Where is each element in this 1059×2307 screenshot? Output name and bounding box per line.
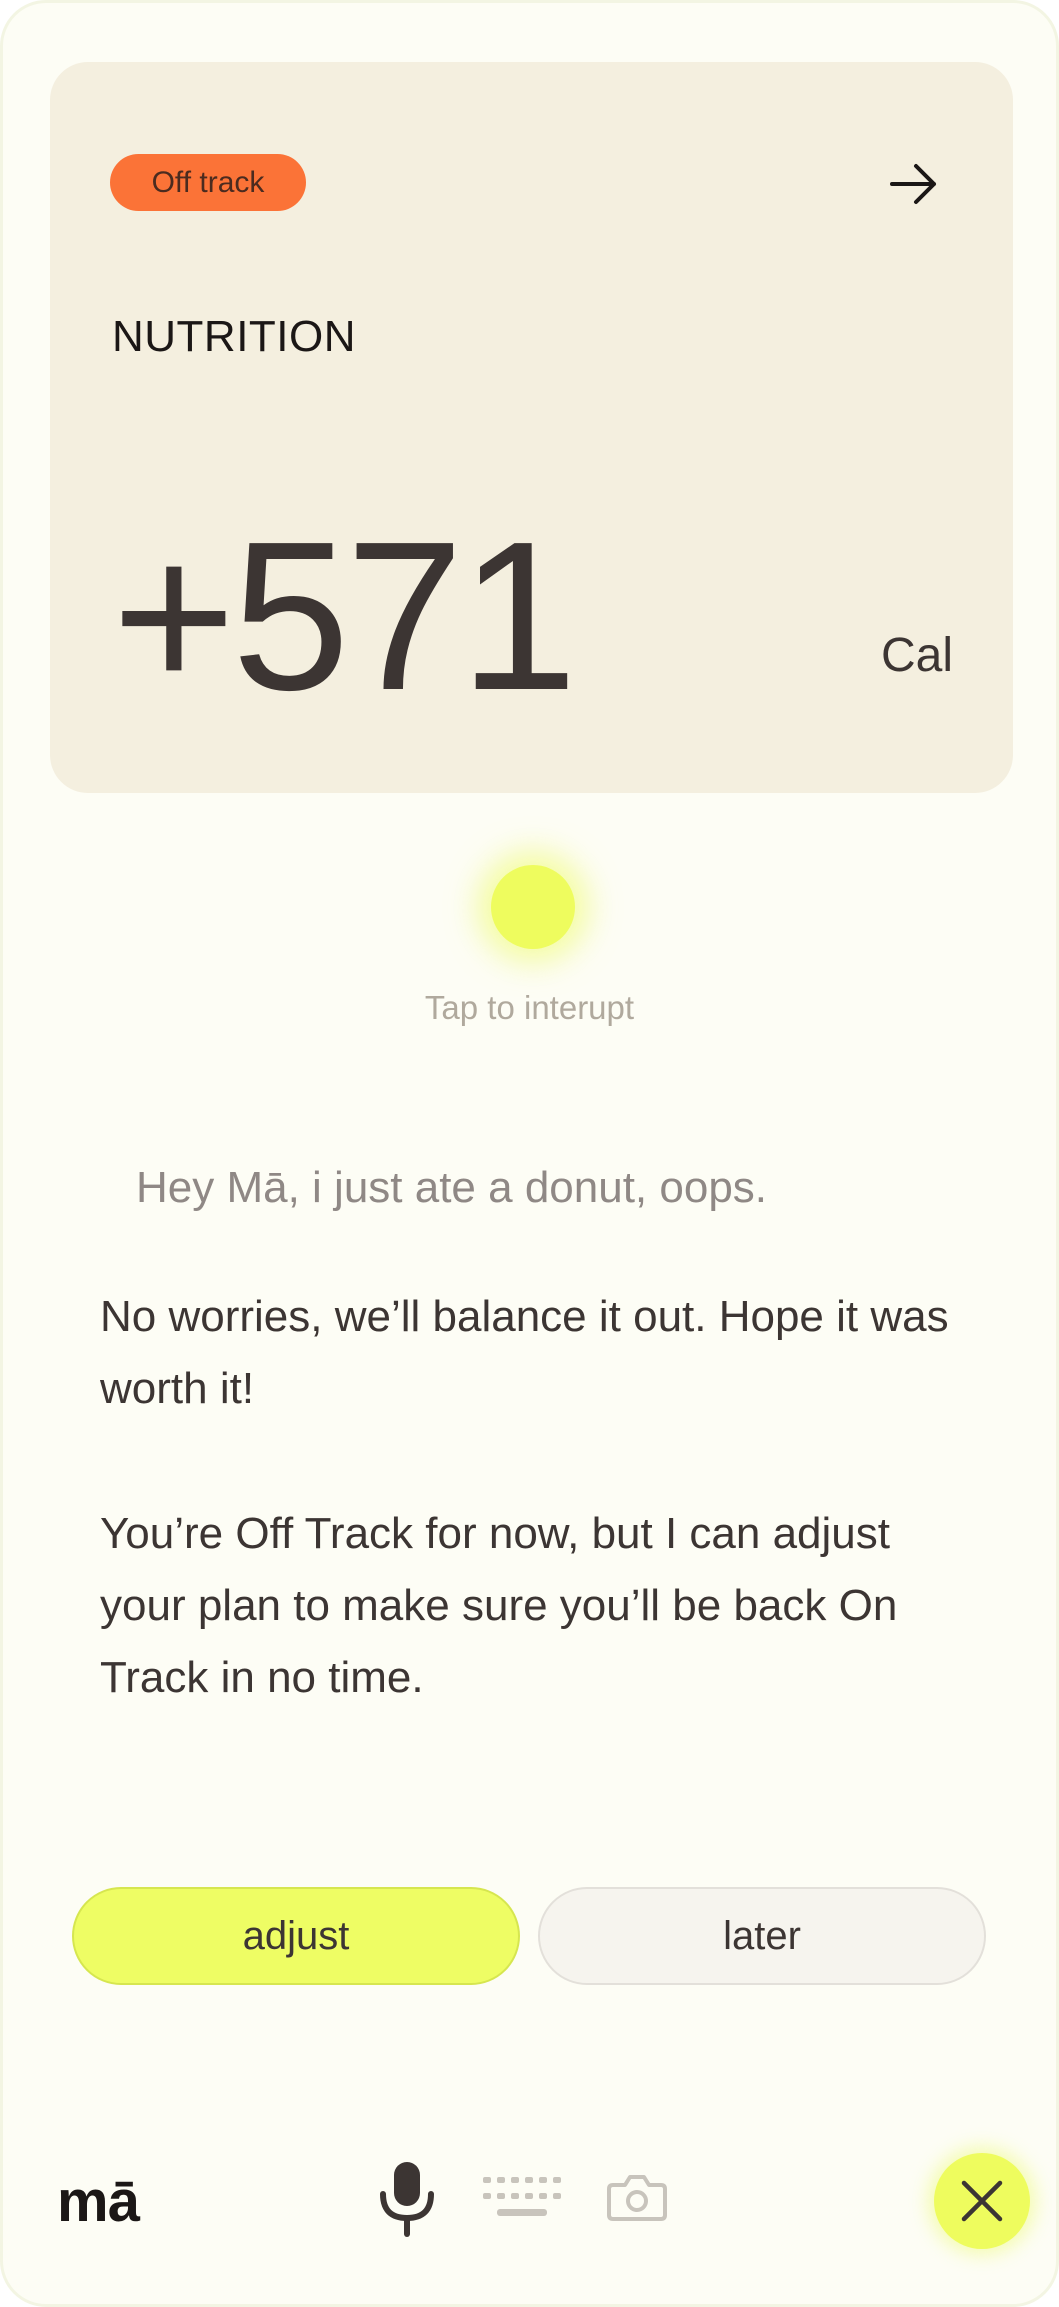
close-button[interactable] [934, 2153, 1030, 2249]
assistant-message: No worries, we’ll balance it out. Hope i… [100, 1292, 949, 1413]
assistant-message: You’re Off Track for now, but I can adju… [100, 1509, 898, 1702]
app-screen: Off track NUTRITION +571 Cal Tap to inte… [0, 0, 1059, 2307]
arrow-right-icon[interactable] [886, 156, 942, 212]
app-logo: mā [57, 2169, 140, 2234]
calorie-value: +571 [112, 497, 578, 734]
listening-orb[interactable] [491, 865, 575, 949]
adjust-button[interactable]: adjust [72, 1887, 520, 1985]
keyboard-icon[interactable] [481, 2175, 563, 2221]
nutrition-card[interactable]: Off track NUTRITION +571 Cal [50, 62, 1013, 793]
user-message: Hey Mā, i just ate a donut, oops. [136, 1163, 768, 1212]
close-icon [961, 2180, 1003, 2222]
interrupt-hint: Tap to interupt [424, 989, 635, 1026]
later-button[interactable]: later [538, 1887, 986, 1985]
microphone-icon[interactable] [375, 2160, 439, 2238]
calorie-unit: Cal [880, 629, 953, 682]
status-badge: Off track [110, 154, 306, 211]
card-title: NUTRITION [112, 312, 357, 361]
camera-icon[interactable] [607, 2171, 667, 2223]
